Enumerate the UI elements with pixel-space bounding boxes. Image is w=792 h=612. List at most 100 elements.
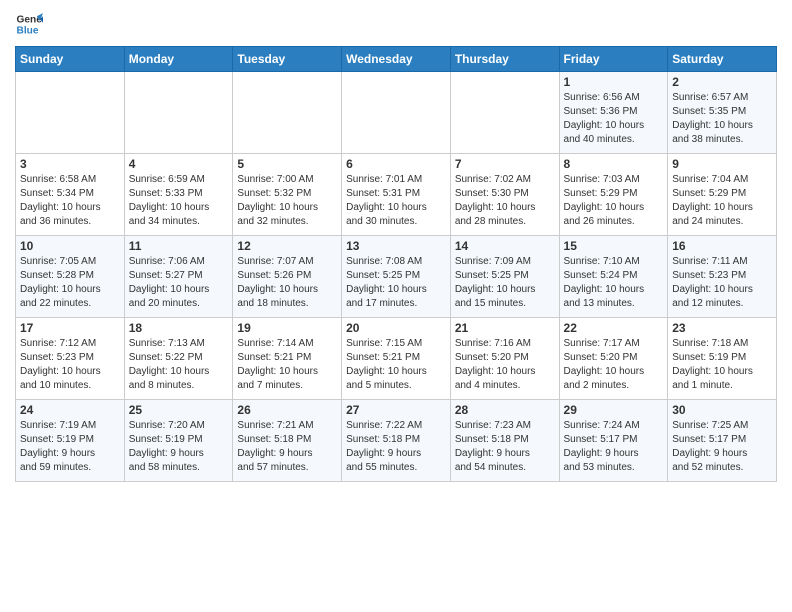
day-info: Sunrise: 7:03 AM Sunset: 5:29 PM Dayligh… bbox=[564, 173, 664, 229]
calendar-cell bbox=[233, 72, 342, 154]
day-info: Sunrise: 7:23 AM Sunset: 5:18 PM Dayligh… bbox=[455, 419, 555, 475]
calendar-cell: 25 Sunrise: 7:20 AM Sunset: 5:19 PM Dayli… bbox=[124, 400, 233, 482]
day-number: 8 bbox=[564, 157, 664, 171]
day-info: Sunrise: 7:12 AM Sunset: 5:23 PM Dayligh… bbox=[20, 337, 120, 393]
calendar-cell: 17 Sunrise: 7:12 AM Sunset: 5:23 PM Dayli… bbox=[16, 318, 125, 400]
day-info: Sunrise: 7:14 AM Sunset: 5:21 PM Dayligh… bbox=[237, 337, 337, 393]
svg-text:Blue: Blue bbox=[17, 25, 39, 36]
calendar-cell: 1 Sunrise: 6:56 AM Sunset: 5:36 PM Daylig… bbox=[559, 72, 668, 154]
calendar-cell: 6 Sunrise: 7:01 AM Sunset: 5:31 PM Daylig… bbox=[342, 154, 451, 236]
day-info: Sunrise: 7:16 AM Sunset: 5:20 PM Dayligh… bbox=[455, 337, 555, 393]
day-info: Sunrise: 7:07 AM Sunset: 5:26 PM Dayligh… bbox=[237, 255, 337, 311]
calendar-cell: 16Sunrise: 7:11 AM Sunset: 5:23 PM Dayli… bbox=[668, 236, 777, 318]
day-number: 24 bbox=[20, 403, 120, 417]
calendar-cell: 20 Sunrise: 7:15 AM Sunset: 5:21 PM Dayli… bbox=[342, 318, 451, 400]
day-info: Sunrise: 7:13 AM Sunset: 5:22 PM Dayligh… bbox=[129, 337, 229, 393]
day-number: 10 bbox=[20, 239, 120, 253]
day-info: Sunrise: 7:04 AM Sunset: 5:29 PM Dayligh… bbox=[672, 173, 772, 229]
weekday-header-row: SundayMondayTuesdayWednesdayThursdayFrid… bbox=[16, 47, 777, 72]
calendar-cell: 27 Sunrise: 7:22 AM Sunset: 5:18 PM Dayli… bbox=[342, 400, 451, 482]
day-number: 18 bbox=[129, 321, 229, 335]
day-number: 16 bbox=[672, 239, 772, 253]
calendar-cell: 10 Sunrise: 7:05 AM Sunset: 5:28 PM Dayli… bbox=[16, 236, 125, 318]
weekday-saturday: Saturday bbox=[668, 47, 777, 72]
day-info: Sunrise: 7:17 AM Sunset: 5:20 PM Dayligh… bbox=[564, 337, 664, 393]
week-row-5: 24 Sunrise: 7:19 AM Sunset: 5:19 PM Dayli… bbox=[16, 400, 777, 482]
calendar-cell: 8 Sunrise: 7:03 AM Sunset: 5:29 PM Daylig… bbox=[559, 154, 668, 236]
day-number: 17 bbox=[20, 321, 120, 335]
day-info: Sunrise: 7:05 AM Sunset: 5:28 PM Dayligh… bbox=[20, 255, 120, 311]
calendar-cell bbox=[124, 72, 233, 154]
calendar-cell bbox=[450, 72, 559, 154]
calendar-cell: 26Sunrise: 7:21 AM Sunset: 5:18 PM Dayli… bbox=[233, 400, 342, 482]
day-info: Sunrise: 7:21 AM Sunset: 5:18 PM Dayligh… bbox=[237, 419, 337, 475]
day-info: Sunrise: 7:09 AM Sunset: 5:25 PM Dayligh… bbox=[455, 255, 555, 311]
day-info: Sunrise: 6:57 AM Sunset: 5:35 PM Dayligh… bbox=[672, 91, 772, 147]
day-number: 30 bbox=[672, 403, 772, 417]
week-row-3: 10 Sunrise: 7:05 AM Sunset: 5:28 PM Dayli… bbox=[16, 236, 777, 318]
calendar-cell: 4Sunrise: 6:59 AM Sunset: 5:33 PM Daylig… bbox=[124, 154, 233, 236]
calendar-cell: 15 Sunrise: 7:10 AM Sunset: 5:24 PM Dayli… bbox=[559, 236, 668, 318]
day-info: Sunrise: 7:22 AM Sunset: 5:18 PM Dayligh… bbox=[346, 419, 446, 475]
calendar-cell: 2 Sunrise: 6:57 AM Sunset: 5:35 PM Daylig… bbox=[668, 72, 777, 154]
weekday-sunday: Sunday bbox=[16, 47, 125, 72]
day-number: 14 bbox=[455, 239, 555, 253]
day-number: 3 bbox=[20, 157, 120, 171]
day-number: 25 bbox=[129, 403, 229, 417]
calendar-cell: 13Sunrise: 7:08 AM Sunset: 5:25 PM Dayli… bbox=[342, 236, 451, 318]
weekday-monday: Monday bbox=[124, 47, 233, 72]
day-info: Sunrise: 6:59 AM Sunset: 5:33 PM Dayligh… bbox=[129, 173, 229, 229]
calendar-cell: 12 Sunrise: 7:07 AM Sunset: 5:26 PM Dayli… bbox=[233, 236, 342, 318]
day-info: Sunrise: 7:01 AM Sunset: 5:31 PM Dayligh… bbox=[346, 173, 446, 229]
day-info: Sunrise: 7:02 AM Sunset: 5:30 PM Dayligh… bbox=[455, 173, 555, 229]
calendar-cell: 29Sunrise: 7:24 AM Sunset: 5:17 PM Dayli… bbox=[559, 400, 668, 482]
day-info: Sunrise: 7:18 AM Sunset: 5:19 PM Dayligh… bbox=[672, 337, 772, 393]
day-info: Sunrise: 7:10 AM Sunset: 5:24 PM Dayligh… bbox=[564, 255, 664, 311]
calendar-cell: 3 Sunrise: 6:58 AM Sunset: 5:34 PM Daylig… bbox=[16, 154, 125, 236]
week-row-1: 1 Sunrise: 6:56 AM Sunset: 5:36 PM Daylig… bbox=[16, 72, 777, 154]
day-number: 12 bbox=[237, 239, 337, 253]
weekday-thursday: Thursday bbox=[450, 47, 559, 72]
calendar-cell bbox=[16, 72, 125, 154]
week-row-2: 3 Sunrise: 6:58 AM Sunset: 5:34 PM Daylig… bbox=[16, 154, 777, 236]
day-number: 9 bbox=[672, 157, 772, 171]
calendar-cell bbox=[342, 72, 451, 154]
calendar-cell: 5 Sunrise: 7:00 AM Sunset: 5:32 PM Daylig… bbox=[233, 154, 342, 236]
calendar-cell: 24 Sunrise: 7:19 AM Sunset: 5:19 PM Dayli… bbox=[16, 400, 125, 482]
calendar-cell: 22 Sunrise: 7:17 AM Sunset: 5:20 PM Dayli… bbox=[559, 318, 668, 400]
header: General Blue bbox=[15, 10, 777, 38]
week-row-4: 17 Sunrise: 7:12 AM Sunset: 5:23 PM Dayli… bbox=[16, 318, 777, 400]
day-info: Sunrise: 7:00 AM Sunset: 5:32 PM Dayligh… bbox=[237, 173, 337, 229]
day-number: 27 bbox=[346, 403, 446, 417]
weekday-friday: Friday bbox=[559, 47, 668, 72]
day-info: Sunrise: 6:58 AM Sunset: 5:34 PM Dayligh… bbox=[20, 173, 120, 229]
day-number: 15 bbox=[564, 239, 664, 253]
day-number: 1 bbox=[564, 75, 664, 89]
day-info: Sunrise: 7:20 AM Sunset: 5:19 PM Dayligh… bbox=[129, 419, 229, 475]
day-number: 5 bbox=[237, 157, 337, 171]
day-info: Sunrise: 7:06 AM Sunset: 5:27 PM Dayligh… bbox=[129, 255, 229, 311]
day-number: 2 bbox=[672, 75, 772, 89]
day-number: 7 bbox=[455, 157, 555, 171]
calendar-cell: 19 Sunrise: 7:14 AM Sunset: 5:21 PM Dayli… bbox=[233, 318, 342, 400]
day-info: Sunrise: 7:25 AM Sunset: 5:17 PM Dayligh… bbox=[672, 419, 772, 475]
day-info: Sunrise: 7:08 AM Sunset: 5:25 PM Dayligh… bbox=[346, 255, 446, 311]
day-number: 21 bbox=[455, 321, 555, 335]
day-number: 6 bbox=[346, 157, 446, 171]
day-number: 11 bbox=[129, 239, 229, 253]
logo-icon: General Blue bbox=[15, 10, 43, 38]
day-number: 23 bbox=[672, 321, 772, 335]
calendar-cell: 14 Sunrise: 7:09 AM Sunset: 5:25 PM Dayli… bbox=[450, 236, 559, 318]
day-number: 22 bbox=[564, 321, 664, 335]
calendar-cell: 9 Sunrise: 7:04 AM Sunset: 5:29 PM Daylig… bbox=[668, 154, 777, 236]
day-info: Sunrise: 7:15 AM Sunset: 5:21 PM Dayligh… bbox=[346, 337, 446, 393]
day-info: Sunrise: 7:19 AM Sunset: 5:19 PM Dayligh… bbox=[20, 419, 120, 475]
calendar-table: SundayMondayTuesdayWednesdayThursdayFrid… bbox=[15, 46, 777, 482]
logo: General Blue bbox=[15, 10, 43, 38]
day-number: 19 bbox=[237, 321, 337, 335]
weekday-wednesday: Wednesday bbox=[342, 47, 451, 72]
weekday-tuesday: Tuesday bbox=[233, 47, 342, 72]
calendar-cell: 28Sunrise: 7:23 AM Sunset: 5:18 PM Dayli… bbox=[450, 400, 559, 482]
day-info: Sunrise: 6:56 AM Sunset: 5:36 PM Dayligh… bbox=[564, 91, 664, 147]
day-number: 20 bbox=[346, 321, 446, 335]
